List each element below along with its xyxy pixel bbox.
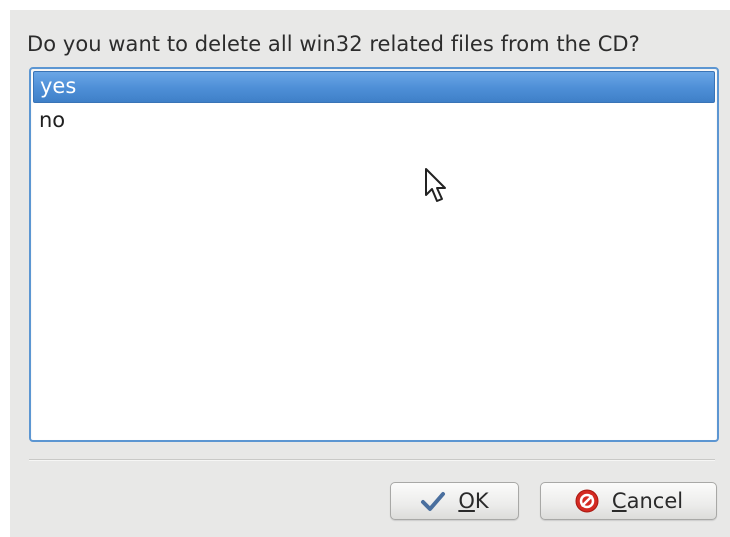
checkmark-icon [421, 492, 446, 511]
mouse-pointer-icon [425, 168, 446, 202]
ok-button[interactable]: OK [390, 482, 519, 520]
dialog-prompt: Do you want to delete all win32 related … [27, 32, 640, 56]
list-item-yes[interactable]: yes [33, 71, 715, 103]
cancel-button-label: Cancel [611, 489, 684, 513]
cancel-icon [575, 489, 599, 513]
cancel-button[interactable]: Cancel [540, 482, 717, 520]
options-list[interactable]: yes no [29, 67, 719, 442]
button-separator [29, 459, 715, 461]
dialog: Do you want to delete all win32 related … [10, 10, 730, 537]
list-item-no[interactable]: no [33, 105, 715, 137]
ok-button-label: OK [458, 489, 489, 513]
